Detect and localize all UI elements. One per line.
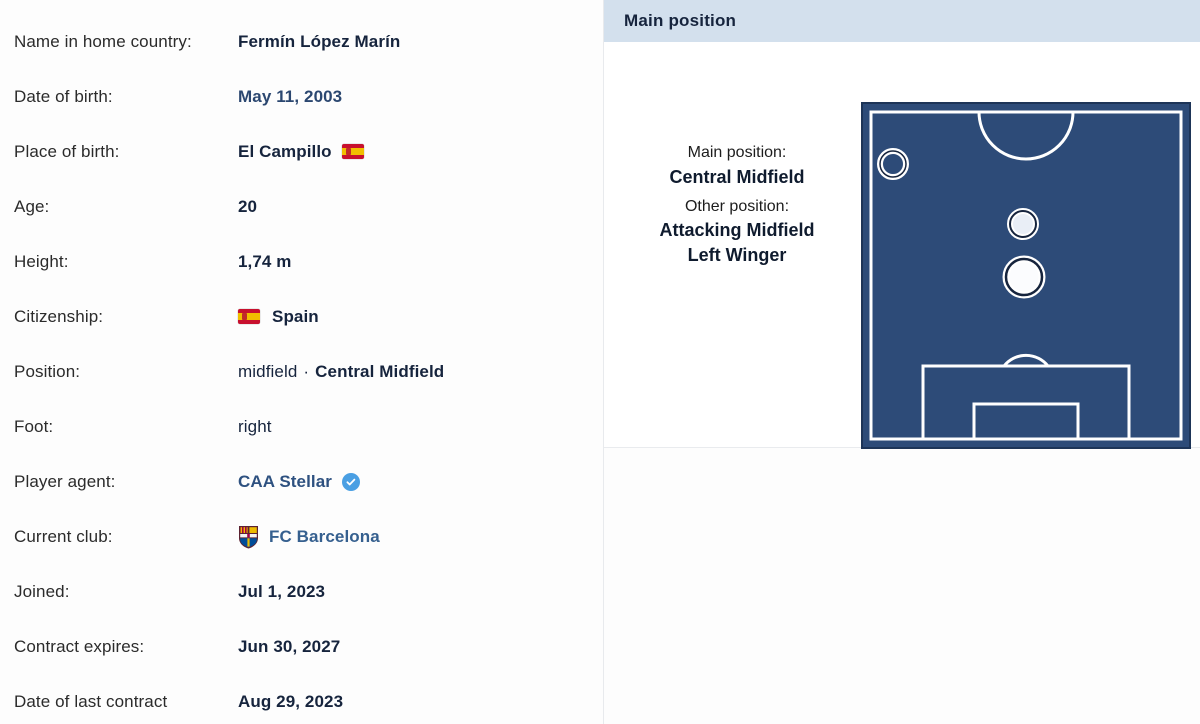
row-label: Joined:: [14, 581, 70, 601]
row-label: Current club:: [14, 526, 113, 546]
other-position-value-1: Attacking Midfield: [659, 219, 815, 240]
table-row: Age: 20: [0, 179, 603, 234]
fc-barcelona-crest-icon: [239, 525, 258, 548]
table-row: Date of birth: May 11, 2003: [0, 69, 603, 124]
row-value-player-agent: CAA Stellar: [238, 472, 360, 492]
table-row: Date of last contract Aug 29, 2023: [0, 674, 603, 724]
row-label: Height:: [14, 251, 69, 271]
pitch-diagram: [861, 102, 1191, 449]
position-detail: Central Midfield: [315, 361, 445, 381]
row-label: Foot:: [14, 416, 54, 436]
table-row: Name in home country: Fermín López Marín: [0, 14, 603, 69]
page-title: Main position: [624, 11, 737, 30]
row-value-name-in-home-country: Fermín López Marín: [238, 31, 401, 51]
table-row: Player agent: CAA Stellar: [0, 454, 603, 509]
citizenship-text: Spain: [272, 306, 319, 326]
player-agent-text[interactable]: CAA Stellar: [238, 472, 332, 492]
row-label: Place of birth:: [14, 141, 120, 161]
left-winger-marker: [877, 148, 909, 180]
row-value-date-of-birth[interactable]: May 11, 2003: [238, 87, 342, 107]
spain-flag-icon: [341, 144, 364, 159]
attacking-midfield-marker: [1007, 208, 1039, 240]
main-position-header: Main position: [604, 0, 1200, 42]
main-position-panel: Main position Main position: Central Mid…: [604, 0, 1200, 724]
central-midfield-marker: [1002, 255, 1046, 299]
position-group: midfield: [238, 361, 298, 381]
player-data-panel: Name in home country: Fermín López Marín…: [0, 0, 604, 724]
position-separator: ·: [303, 361, 310, 381]
row-value-date-of-last-contract: Aug 29, 2023: [238, 691, 344, 711]
row-value-height: 1,74 m: [238, 251, 292, 271]
current-club-text[interactable]: FC Barcelona: [269, 527, 380, 547]
pitch-svg: [861, 102, 1191, 449]
main-position-value: Central Midfield: [669, 167, 805, 188]
position-summary: Main position: Central Midfield Other po…: [622, 142, 852, 268]
row-label: Citizenship:: [14, 306, 104, 326]
table-row: Joined: Jul 1, 2023: [0, 564, 603, 619]
verified-check-icon: [342, 472, 360, 491]
spain-flag-icon: [238, 309, 260, 324]
row-label: Date of last contract: [14, 691, 168, 711]
table-row: Contract expires: Jun 30, 2027: [0, 619, 603, 674]
row-label: Player agent:: [14, 471, 116, 491]
table-row: Foot: right: [0, 399, 603, 454]
row-value-joined: Jul 1, 2023: [238, 581, 326, 601]
table-row: Current club: FC Barcelona: [0, 509, 603, 564]
table-row: Position: midfield · Central Midfield: [0, 344, 603, 399]
row-value-foot: right: [238, 416, 272, 436]
row-label: Position:: [14, 361, 81, 381]
row-value-current-club: FC Barcelona: [238, 525, 380, 549]
main-position-body: Main position: Central Midfield Other po…: [604, 42, 1200, 449]
row-value-age: 20: [238, 196, 258, 216]
row-label: Age:: [14, 196, 50, 216]
row-label: Name in home country:: [14, 31, 192, 51]
other-position-value-2: Left Winger: [687, 244, 787, 265]
table-row: Height: 1,74 m: [0, 234, 603, 289]
table-row: Place of birth: El Campillo: [0, 124, 603, 179]
main-position-caption: Main position:: [687, 144, 787, 161]
row-value-citizenship: Spain: [238, 307, 319, 327]
row-value-contract-expires: Jun 30, 2027: [238, 636, 341, 656]
row-label: Contract expires:: [14, 636, 145, 656]
other-position-caption: Other position:: [684, 197, 790, 215]
row-label: Date of birth:: [14, 86, 113, 106]
table-row: Citizenship: Spain: [0, 289, 603, 344]
row-value-position: midfield · Central Midfield: [238, 362, 444, 382]
row-value-place-of-birth: El Campillo: [238, 142, 364, 162]
player-profile-screen: Name in home country: Fermín López Marín…: [0, 0, 1200, 724]
main-position-footer-space: [604, 448, 1200, 724]
place-of-birth-text[interactable]: El Campillo: [238, 142, 332, 162]
